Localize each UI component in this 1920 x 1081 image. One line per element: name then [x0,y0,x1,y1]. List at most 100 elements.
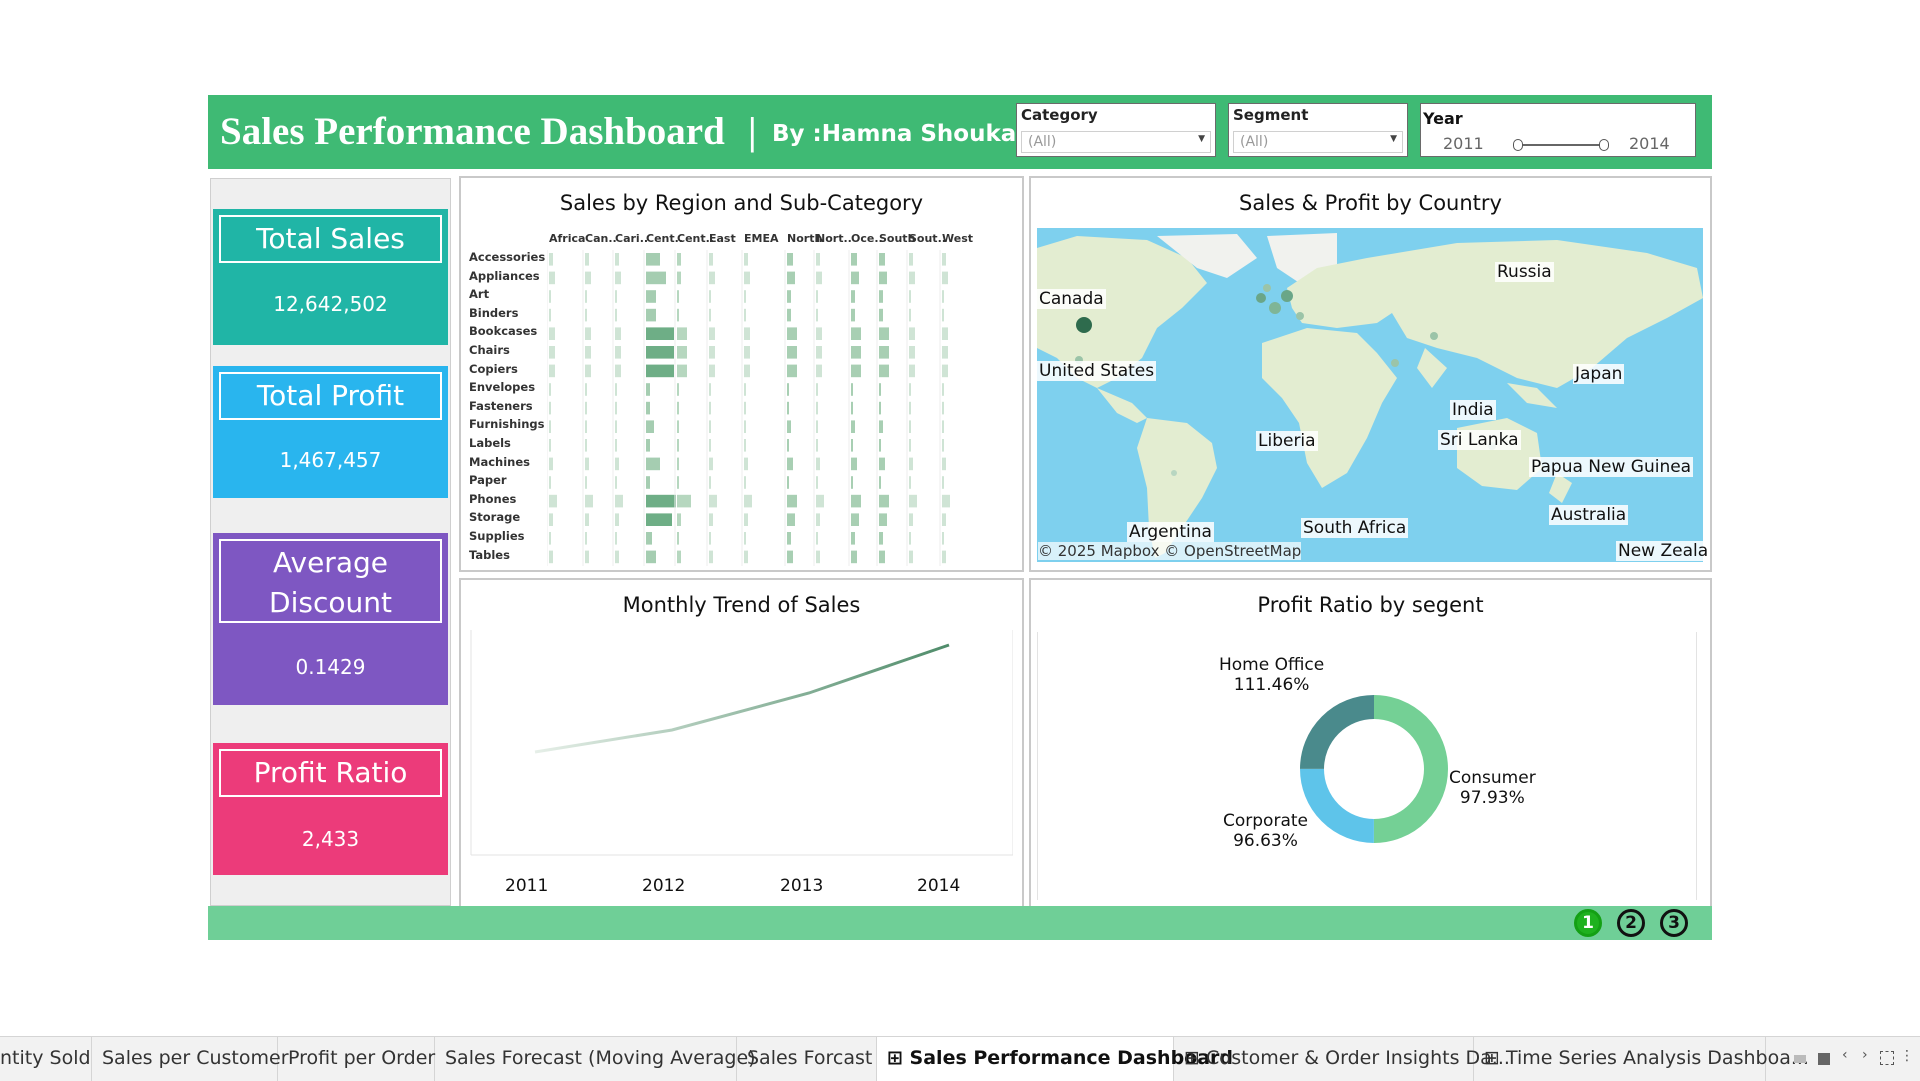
heatmap-cell[interactable] [879,513,887,526]
map-point-germany[interactable] [1281,290,1293,302]
heatmap-cell[interactable] [787,383,789,396]
heatmap-cell[interactable] [646,290,656,303]
heatmap-cell[interactable] [816,346,822,359]
heatmap-cell[interactable] [942,513,946,526]
heatmap-cell[interactable] [879,550,885,564]
heatmap-cell[interactable] [709,457,713,471]
heatmap-cell[interactable] [646,439,650,452]
year-slider-track[interactable] [1517,144,1603,146]
scroll-left-icon[interactable]: ‹ [1842,1047,1848,1063]
heatmap-cell[interactable] [585,290,587,303]
heatmap-cell[interactable] [851,327,861,340]
heatmap-cell[interactable] [909,271,915,285]
heatmap-cell[interactable] [816,290,818,303]
heatmap-cell[interactable] [744,420,746,433]
heatmap-cell[interactable] [585,308,587,322]
heatmap-cell[interactable] [709,532,711,545]
heatmap-cell[interactable] [646,308,656,322]
heatmap-cell[interactable] [549,550,553,564]
heatmap-cell[interactable] [909,439,911,452]
heatmap-cell[interactable] [816,439,818,452]
heatmap-cell[interactable] [942,420,944,433]
heatmap-cell[interactable] [942,476,944,489]
heatmap-cell[interactable] [646,420,654,433]
heatmap-cell[interactable] [549,327,555,340]
heatmap-cell[interactable] [879,439,881,452]
heatmap-cell[interactable] [646,364,674,378]
heatmap-cell[interactable] [879,383,881,396]
heatmap-cell[interactable] [709,550,713,564]
heatmap-cell[interactable] [615,346,621,359]
heatmap-cell[interactable] [851,532,855,545]
heatmap-cell[interactable] [709,271,715,285]
map-point-united-states[interactable] [1076,317,1092,333]
heatmap-cell[interactable] [851,308,855,322]
heatmap-cell[interactable] [942,494,950,508]
heatmap-cell[interactable] [851,513,859,526]
heatmap-cell[interactable] [851,364,861,378]
heatmap-cell[interactable] [909,420,911,433]
heatmap-cell[interactable] [646,494,676,508]
map-attribution[interactable]: © 2025 Mapbox © OpenStreetMap [1038,542,1302,560]
heatmap-cell[interactable] [816,383,818,396]
heatmap-cell[interactable] [646,271,666,285]
heatmap-cell[interactable] [585,494,593,508]
heatmap-cell[interactable] [942,327,948,340]
heatmap-cell[interactable] [879,494,889,508]
heatmap-cell[interactable] [879,327,889,340]
heatmap-cell[interactable] [909,457,913,471]
heatmap-cell[interactable] [787,346,797,359]
heatmap-cell[interactable] [787,550,793,564]
heatmap-cell[interactable] [549,439,551,452]
heatmap-cell[interactable] [646,383,650,396]
tab-customer-order-insights[interactable]: ⊞ Customer & Order Insights Da... [1174,1037,1510,1081]
heatmap-cell[interactable] [942,550,946,564]
map-point-france[interactable] [1269,302,1281,314]
heatmap-cell[interactable] [744,513,748,526]
heatmap-cell[interactable] [744,401,746,415]
heatmap-cell[interactable] [744,439,746,452]
heatmap-cell[interactable] [851,271,859,285]
heatmap-cell[interactable] [709,420,711,433]
heatmap-cell[interactable] [942,364,948,378]
heatmap-cell[interactable] [615,439,617,452]
heatmap-cell[interactable] [816,271,822,285]
tab-sales-forecast-moving-average[interactable]: Sales Forecast (Moving Average) [435,1037,756,1081]
heatmap-cell[interactable] [744,271,750,285]
heatmap-cell[interactable] [909,327,915,340]
heatmap-cell[interactable] [942,346,948,359]
heatmap-cell[interactable] [909,346,915,359]
heatmap-cell[interactable] [585,327,591,340]
map-point-china[interactable] [1430,332,1438,340]
heatmap-cell[interactable] [677,383,679,396]
heatmap-cell[interactable] [879,346,889,359]
category-filter[interactable]: Category (All) ▼ [1016,103,1216,157]
heatmap-cell[interactable] [816,401,818,415]
heatmap-cell[interactable] [851,457,857,471]
heatmap-cell[interactable] [615,513,619,526]
heatmap-cell[interactable] [677,550,681,564]
heatmap-cell[interactable] [677,476,679,489]
heatmap-cell[interactable] [787,271,795,285]
heatmap-cell[interactable] [615,364,621,378]
heatmap-cell[interactable] [709,383,711,396]
heatmap-cell[interactable] [816,457,820,471]
heatmap-cell[interactable] [615,253,619,266]
heatmap-cell[interactable] [909,401,911,415]
heatmap-cell[interactable] [851,550,857,564]
heatmap-cell[interactable] [909,290,911,303]
heatmap-cell[interactable] [615,476,617,489]
heatmap-cell[interactable] [879,420,883,433]
heatmap-cell[interactable] [585,383,587,396]
heatmap-cell[interactable] [816,253,820,266]
fullscreen-icon[interactable] [1880,1051,1894,1065]
heatmap-cell[interactable] [646,401,650,415]
heatmap-cell[interactable] [709,401,711,415]
heatmap-cell[interactable] [909,253,913,266]
category-dropdown[interactable]: (All) ▼ [1021,131,1211,153]
heatmap-cell[interactable] [709,290,711,303]
tab-sales-performance-dashboard[interactable]: ⊞ Sales Performance Dashboard [877,1037,1233,1081]
heatmap-cell[interactable] [677,308,679,322]
heatmap-cell[interactable] [879,271,887,285]
heatmap-cell[interactable] [816,513,820,526]
